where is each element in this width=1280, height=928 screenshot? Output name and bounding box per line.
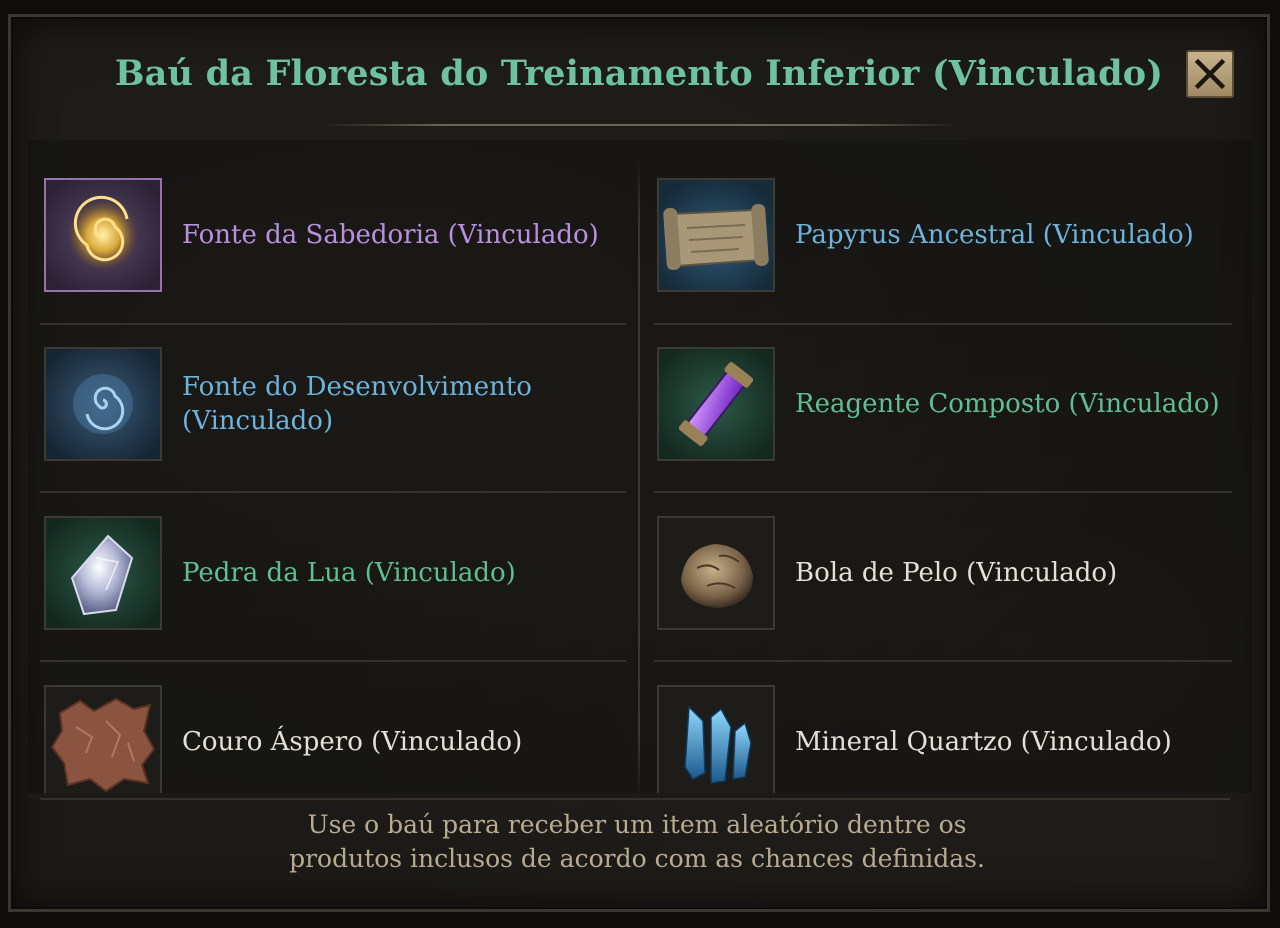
item-name: Reagente Composto (Vinculado) (795, 389, 1220, 419)
window-title: Baú da Floresta do Treinamento Inferior … (0, 52, 1278, 96)
close-x-icon (1194, 58, 1226, 90)
golden-swirl-icon (44, 178, 162, 292)
footer-line-1: Use o baú para receber um item aleatório… (307, 810, 967, 839)
list-item[interactable]: Fonte do Desenvolvimento (Vinculado) (44, 347, 634, 465)
row-divider (40, 491, 626, 493)
list-item[interactable]: Papyrus Ancestral (Vinculado) (657, 178, 1247, 296)
list-item[interactable]: Reagente Composto (Vinculado) (657, 347, 1247, 465)
footer-line-2: produtos inclusos de acordo com as chanc… (289, 844, 985, 873)
list-item[interactable]: Bola de Pelo (Vinculado) (657, 516, 1247, 634)
scroll-icon (657, 178, 775, 292)
footer-divider (40, 798, 1230, 800)
moonstone-icon (44, 516, 162, 630)
close-button[interactable] (1186, 50, 1234, 98)
list-item[interactable]: Fonte da Sabedoria (Vinculado) (44, 178, 634, 296)
row-divider (654, 323, 1232, 325)
item-name: Couro Áspero (Vinculado) (182, 727, 523, 757)
list-item[interactable]: Couro Áspero (Vinculado) (44, 685, 634, 803)
item-name: Fonte da Sabedoria (Vinculado) (182, 220, 599, 250)
list-item[interactable]: Mineral Quartzo (Vinculado) (657, 685, 1247, 803)
item-name: Pedra da Lua (Vinculado) (182, 558, 516, 588)
footer-description: Use o baú para receber um item aleatório… (0, 808, 1274, 876)
item-name: Bola de Pelo (Vinculado) (795, 558, 1118, 588)
window-title-text: Baú da Floresta do Treinamento Inferior … (114, 53, 1164, 94)
purple-vial-icon (657, 347, 775, 461)
row-divider (654, 660, 1232, 662)
row-divider (40, 323, 626, 325)
item-name: Mineral Quartzo (Vinculado) (795, 727, 1172, 757)
quartz-crystal-icon (657, 685, 775, 799)
row-divider (654, 491, 1232, 493)
row-divider (40, 660, 626, 662)
rough-hide-icon (44, 685, 162, 799)
item-name: Fonte do Desenvolvimento (Vinculado) (182, 372, 532, 436)
fur-ball-icon (657, 516, 775, 630)
list-item[interactable]: Pedra da Lua (Vinculado) (44, 516, 634, 634)
blue-swirl-icon (44, 347, 162, 461)
title-divider (320, 124, 960, 126)
column-divider (638, 160, 640, 800)
item-name: Papyrus Ancestral (Vinculado) (795, 220, 1194, 250)
